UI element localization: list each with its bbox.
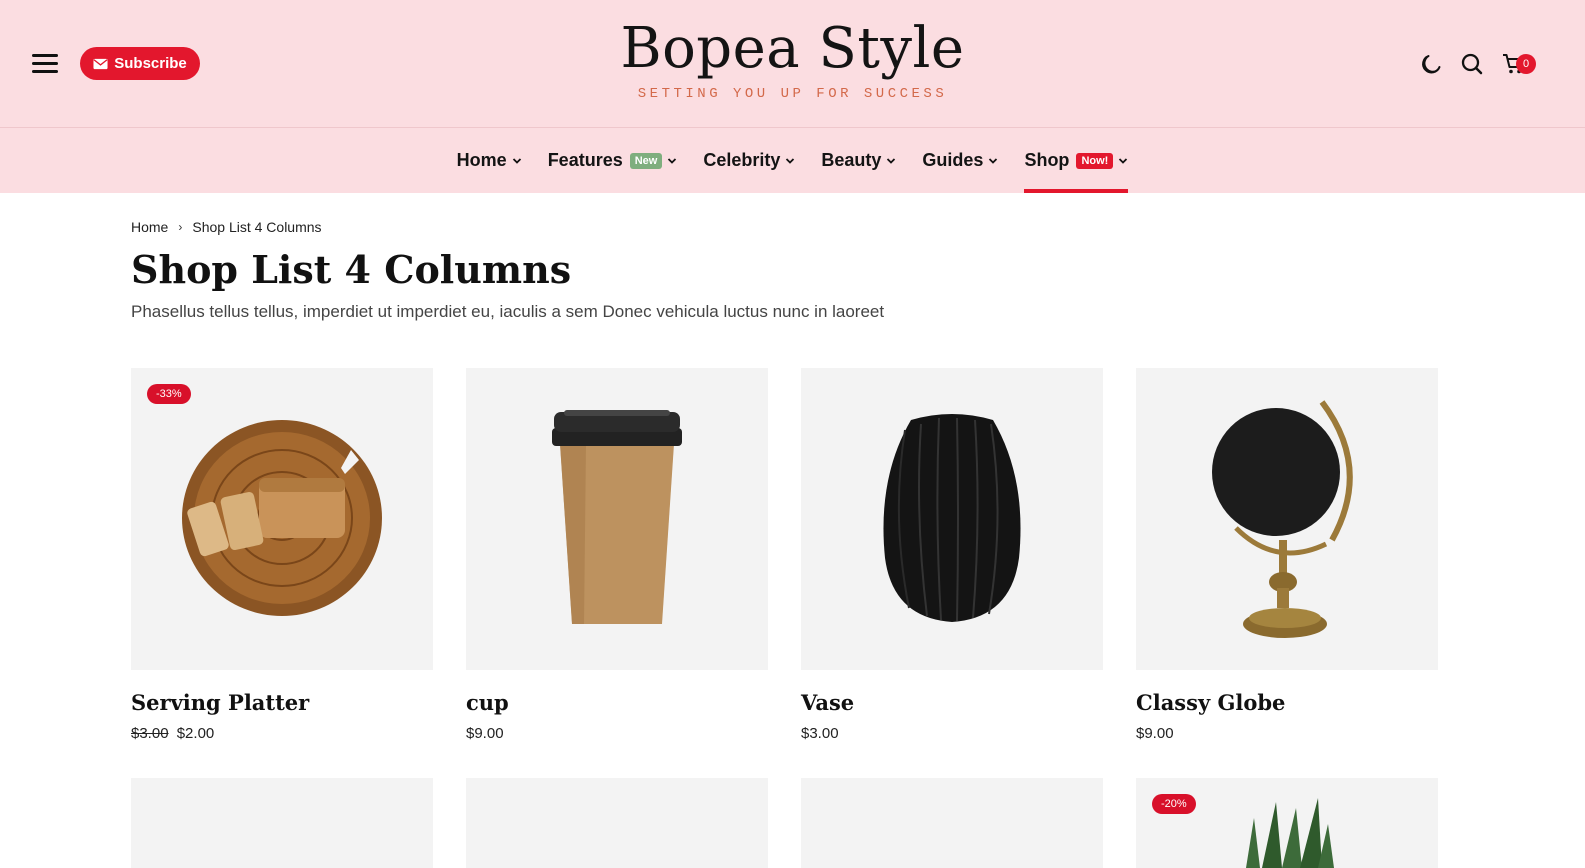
- product-name[interactable]: Serving Platter: [131, 690, 433, 715]
- old-price: $3.00: [131, 725, 169, 742]
- cart-count-badge: 0: [1516, 54, 1536, 74]
- now-badge: Now!: [1076, 152, 1114, 169]
- product-card: [466, 778, 768, 868]
- search-button[interactable]: [1459, 51, 1485, 77]
- chevron-down-icon: [512, 157, 521, 164]
- product-image[interactable]: [801, 368, 1103, 670]
- product-price: $3.00 $2.00: [131, 725, 433, 742]
- product-image[interactable]: [1136, 368, 1438, 670]
- site-tagline: SETTING YOU UP FOR SUCCESS: [637, 86, 948, 102]
- product-image[interactable]: [131, 778, 433, 868]
- wood-board-bread-image: [182, 420, 382, 616]
- product-name[interactable]: Vase: [801, 690, 1103, 715]
- page-title: Shop List 4 Columns: [131, 247, 572, 292]
- product-name[interactable]: Classy Globe: [1136, 690, 1438, 715]
- paper-coffee-cup-image: [552, 410, 682, 624]
- plant-image: [1246, 798, 1334, 868]
- current-price: $2.00: [176, 725, 215, 742]
- product-image[interactable]: -33%: [131, 368, 433, 670]
- nav-item-home[interactable]: Home: [457, 128, 522, 193]
- product-card: Classy Globe $9.00: [1136, 368, 1438, 742]
- current-price: $3.00: [801, 725, 839, 742]
- product-card: [801, 778, 1103, 868]
- header-top: Subscribe Bopea Style SETTING YOU UP FOR…: [0, 0, 1585, 128]
- chevron-down-icon: [1119, 157, 1128, 164]
- breadcrumb-home[interactable]: Home: [131, 219, 168, 235]
- moon-icon: [1422, 55, 1441, 74]
- product-price: $3.00: [801, 725, 1103, 742]
- dark-mode-toggle[interactable]: [1418, 51, 1444, 77]
- product-image[interactable]: [466, 778, 768, 868]
- product-price: $9.00: [466, 725, 768, 742]
- nav-label: Home: [456, 150, 507, 170]
- nav-label: Beauty: [821, 150, 882, 170]
- new-badge: New: [629, 152, 663, 169]
- nav-item-features[interactable]: Features New: [548, 128, 678, 193]
- chevron-down-icon: [989, 157, 998, 164]
- black-globe-image: [1212, 400, 1353, 638]
- nav-label: Guides: [922, 150, 984, 170]
- product-card: cup $9.00: [466, 368, 768, 742]
- product-image[interactable]: -20%: [1136, 778, 1438, 868]
- product-card: -20%: [1136, 778, 1438, 868]
- current-price: $9.00: [1136, 725, 1174, 742]
- site-brand[interactable]: Bopea Style SETTING YOU UP FOR SUCCESS: [0, 14, 1585, 102]
- nav-item-celebrity[interactable]: Celebrity: [703, 128, 795, 193]
- breadcrumb: Home › Shop List 4 Columns: [131, 219, 322, 235]
- product-name[interactable]: cup: [466, 690, 768, 715]
- chevron-down-icon: [668, 157, 677, 164]
- nav-label: Shop: [1024, 150, 1070, 170]
- nav-item-shop[interactable]: Shop Now!: [1024, 128, 1129, 193]
- search-icon: [1461, 53, 1483, 75]
- sale-badge: -33%: [147, 384, 191, 404]
- page-description: Phasellus tellus tellus, imperdiet ut im…: [131, 302, 885, 321]
- product-image[interactable]: [466, 368, 768, 670]
- product-card: -33% Serving Platter $3.00 $2.00: [131, 368, 433, 742]
- current-price: $9.00: [466, 725, 504, 742]
- nav-item-beauty[interactable]: Beauty: [821, 128, 896, 193]
- nav-label: Celebrity: [703, 150, 781, 170]
- chevron-down-icon: [887, 157, 896, 164]
- breadcrumb-current: Shop List 4 Columns: [192, 219, 322, 235]
- product-price: $9.00: [1136, 725, 1438, 742]
- product-image[interactable]: [801, 778, 1103, 868]
- product-card: [131, 778, 433, 868]
- sale-badge: -20%: [1152, 794, 1196, 814]
- chevron-down-icon: [786, 157, 795, 164]
- breadcrumb-separator-icon: ›: [178, 220, 183, 234]
- main-nav: Home Features New Celebrity Beauty Guide…: [0, 128, 1585, 193]
- nav-label: Features: [547, 150, 623, 170]
- black-ribbed-vase-image: [883, 414, 1021, 622]
- site-title[interactable]: Bopea Style: [0, 14, 1585, 84]
- product-card: Vase $3.00: [801, 368, 1103, 742]
- nav-item-guides[interactable]: Guides: [922, 128, 998, 193]
